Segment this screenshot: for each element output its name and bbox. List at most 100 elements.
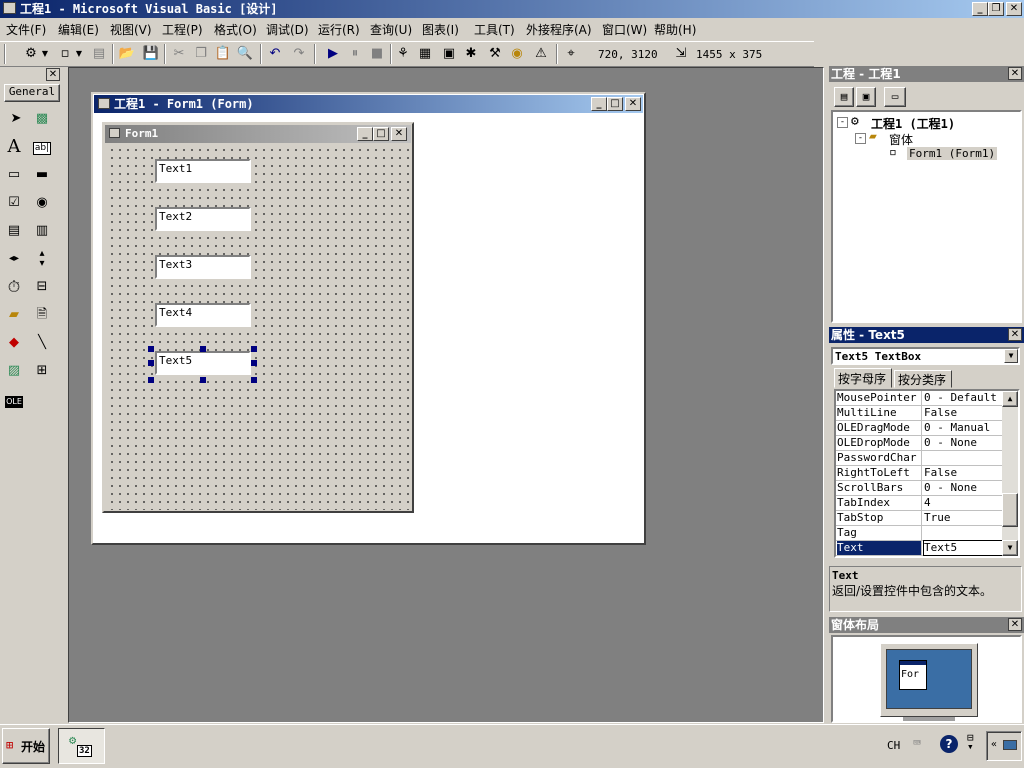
help-icon[interactable]: ? xyxy=(940,735,958,753)
property-value[interactable]: 0 - None xyxy=(924,436,1004,450)
property-row[interactable]: OLEDropMode 0 - None xyxy=(836,436,1004,451)
property-row-selected[interactable]: Text Text5 xyxy=(836,540,1005,556)
label-tool-icon[interactable]: A xyxy=(2,135,26,159)
property-row[interactable]: MultiLine False xyxy=(836,406,1004,421)
menu-project[interactable]: 工程(P) xyxy=(162,20,203,40)
start-icon[interactable]: ▶ xyxy=(322,43,344,65)
selection-handle[interactable] xyxy=(251,360,257,366)
display-icon[interactable] xyxy=(1003,740,1017,750)
listbox-tool-icon[interactable]: ▥ xyxy=(30,219,54,243)
form1-title-bar[interactable]: Form1 _ □ ✕ xyxy=(105,125,411,143)
selection-handle[interactable] xyxy=(148,377,154,383)
toolbox-icon[interactable]: ⚒ xyxy=(484,43,506,65)
selection-handle[interactable] xyxy=(148,346,154,352)
textbox-text1[interactable]: Text1 xyxy=(155,159,251,183)
menu-run[interactable]: 运行(R) xyxy=(318,20,360,40)
toolbox-tab-general[interactable]: General xyxy=(4,84,60,102)
add-project-icon[interactable]: ⚙ xyxy=(20,43,42,65)
find-icon[interactable]: 🔍 xyxy=(234,43,256,65)
property-row[interactable]: RightToLeft False xyxy=(836,466,1004,481)
properties-close-button[interactable]: ✕ xyxy=(1008,328,1022,341)
break-icon[interactable]: ⏸ xyxy=(344,43,366,65)
property-value[interactable]: 0 - Manual xyxy=(924,421,1004,435)
menu-window[interactable]: 窗口(W) xyxy=(602,20,647,40)
textbox-text4[interactable]: Text4 xyxy=(155,303,251,327)
optionbutton-tool-icon[interactable]: ◉ xyxy=(30,191,54,215)
scroll-thumb[interactable] xyxy=(1002,493,1018,527)
property-row[interactable]: TabIndex 4 xyxy=(836,496,1004,511)
frame-tool-icon[interactable]: ▭ xyxy=(2,163,26,187)
properties-scrollbar[interactable]: ▲ ▼ xyxy=(1002,391,1018,556)
textbox-tool-icon[interactable]: ab| xyxy=(30,135,54,159)
open-project-icon[interactable]: 📂 xyxy=(116,43,138,65)
menu-view[interactable]: 视图(V) xyxy=(110,20,152,40)
textbox-text2[interactable]: Text2 xyxy=(155,207,251,231)
view-object-button[interactable]: ▣ xyxy=(856,87,876,107)
menu-editor-icon[interactable]: ▤ xyxy=(88,43,110,65)
pointer-tool-icon[interactable]: ➤ xyxy=(4,107,28,131)
selection-handle[interactable] xyxy=(200,346,206,352)
property-value[interactable]: 0 - None xyxy=(924,481,1004,495)
scroll-up-icon[interactable]: ▲ xyxy=(1002,391,1018,407)
selection-handle[interactable] xyxy=(251,377,257,383)
property-row[interactable]: PasswordChar xyxy=(836,451,1004,466)
start-button[interactable]: ⊞ 开始 xyxy=(2,728,50,764)
form1-design-grid[interactable]: Text1 Text2 Text3 Text4 Text5 xyxy=(105,143,411,510)
paste-icon[interactable]: 📋 xyxy=(212,43,234,65)
property-value[interactable]: True xyxy=(924,511,1004,525)
object-selector[interactable]: Text5 TextBox ▼ xyxy=(831,347,1020,365)
add-form-icon[interactable]: ▫ xyxy=(54,43,76,65)
dirlistbox-tool-icon[interactable]: ▰ xyxy=(2,303,26,327)
property-value[interactable]: 4 xyxy=(924,496,1004,510)
app-minimize-button[interactable]: _ xyxy=(972,2,988,16)
ole-tool-icon[interactable]: OLE xyxy=(2,389,26,413)
filelistbox-tool-icon[interactable]: 🗎 xyxy=(30,303,54,327)
hscrollbar-tool-icon[interactable]: ◂▸ xyxy=(2,247,26,271)
textbox-text3[interactable]: Text3 xyxy=(155,255,251,279)
app-close-button[interactable]: ✕ xyxy=(1006,2,1022,16)
project-root-label[interactable]: 工程1 (工程1) xyxy=(871,115,955,132)
picturebox-tool-icon[interactable]: ▩ xyxy=(30,107,54,131)
menu-query[interactable]: 查询(U) xyxy=(370,20,412,40)
selection-handle[interactable] xyxy=(148,360,154,366)
property-row[interactable]: Tag xyxy=(836,526,1004,541)
designer-close-button[interactable]: ✕ xyxy=(625,97,641,111)
shape-tool-icon[interactable]: ◆ xyxy=(2,331,26,355)
property-value[interactable]: False xyxy=(924,466,1004,480)
form-position-preview[interactable]: For xyxy=(899,660,927,690)
designer-maximize-button[interactable]: □ xyxy=(607,97,623,111)
object-browser-icon[interactable]: ✱ xyxy=(460,43,482,65)
vscrollbar-tool-icon[interactable]: ▴ ▾ xyxy=(30,247,54,273)
timer-tool-icon[interactable]: ⏱ xyxy=(2,275,26,299)
line-tool-icon[interactable]: ╲ xyxy=(30,331,54,355)
property-row[interactable]: MousePointer 0 - Default xyxy=(836,391,1004,406)
properties-window-icon[interactable]: ▦ xyxy=(414,43,436,65)
keyboard-icon[interactable]: ⌨ xyxy=(913,736,921,751)
dropdown-arrow-icon[interactable]: ▼ xyxy=(74,43,84,65)
menu-tools[interactable]: 工具(T) xyxy=(474,20,515,40)
image-tool-icon[interactable]: ▨ xyxy=(2,359,26,383)
options-icon[interactable]: ⊟ ▾ xyxy=(967,732,974,752)
view-code-button[interactable]: ▤ xyxy=(834,87,854,107)
property-value[interactable] xyxy=(924,526,1004,540)
toggle-folders-button[interactable]: ▭ xyxy=(884,87,906,107)
language-indicator[interactable]: CH xyxy=(887,739,900,752)
dropdown-arrow-icon[interactable]: ▼ xyxy=(40,43,50,65)
combobox-tool-icon[interactable]: ▤ xyxy=(2,219,26,243)
property-value[interactable]: False xyxy=(924,406,1004,420)
checkbox-tool-icon[interactable]: ☑ xyxy=(2,191,26,215)
menu-help[interactable]: 帮助(H) xyxy=(654,20,696,40)
commandbutton-tool-icon[interactable]: ▬ xyxy=(30,163,54,187)
form1-tree-item[interactable]: Form1 (Form1) xyxy=(907,147,998,160)
data-view-icon[interactable]: ◉ xyxy=(506,43,528,65)
menu-edit[interactable]: 编辑(E) xyxy=(58,20,99,40)
cut-icon[interactable]: ✂ xyxy=(168,43,190,65)
undo-icon[interactable]: ↶ xyxy=(264,43,286,65)
property-value[interactable]: 0 - Default xyxy=(924,391,1004,405)
tree-collapse-icon[interactable]: - xyxy=(837,117,848,128)
selection-handle[interactable] xyxy=(251,346,257,352)
designer-minimize-button[interactable]: _ xyxy=(591,97,607,111)
data-tool-icon[interactable]: ⊞ xyxy=(30,359,54,383)
toolbox-close-button[interactable]: ✕ xyxy=(46,68,60,81)
property-row[interactable]: OLEDragMode 0 - Manual xyxy=(836,421,1004,436)
